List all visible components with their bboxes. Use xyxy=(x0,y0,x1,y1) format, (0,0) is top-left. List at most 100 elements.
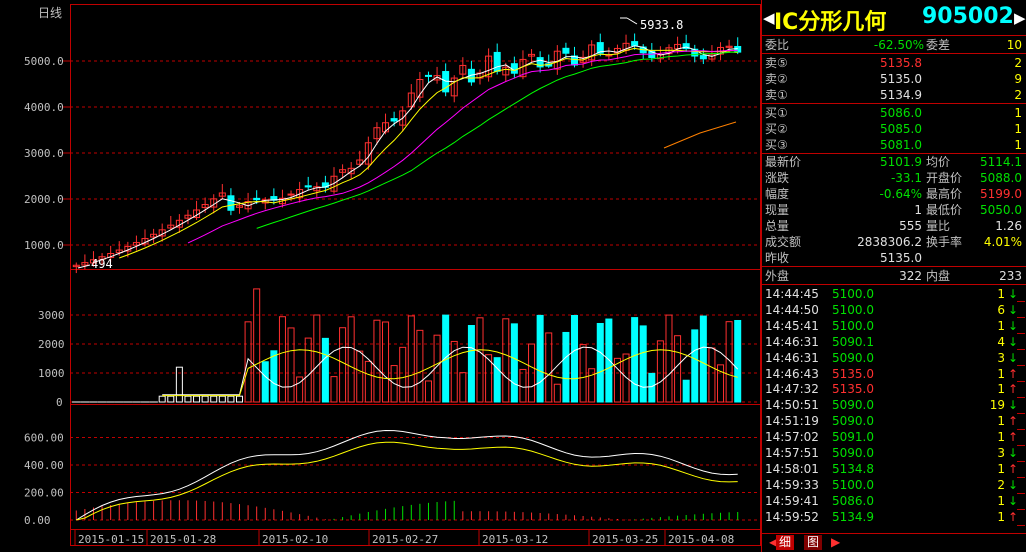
candle-body xyxy=(390,118,398,122)
price-axis-label: 1000.0 xyxy=(24,239,64,252)
tick-price: 5086.0 xyxy=(832,493,874,508)
volume-bar xyxy=(201,395,209,403)
volume-bar xyxy=(553,383,561,403)
quote-panel: ◀ IC分形几何 905002 ▶ 委比 -62.50% 委差 10 卖⑤ 513… xyxy=(761,0,1026,552)
volume-bar xyxy=(244,321,252,403)
candle-body xyxy=(734,45,742,53)
low-marker-label: 494 xyxy=(91,257,113,271)
date-axis-label: 2015-01-28 xyxy=(150,533,216,546)
volume-bar xyxy=(424,380,432,403)
scroll-segment xyxy=(1017,479,1025,494)
stat-label: 量比 xyxy=(926,219,951,233)
stat-label: 幅度 xyxy=(765,187,790,201)
stat-value: 5135.0 xyxy=(880,251,922,265)
tick-row: 14:50:51 5090.0 19 ↓ xyxy=(762,397,1026,413)
volume-bar xyxy=(545,332,553,403)
volume-bar xyxy=(493,357,501,403)
volume-bar xyxy=(330,376,338,403)
scroll-segment xyxy=(1017,415,1025,430)
date-axis-label: 2015-04-08 xyxy=(668,533,734,546)
tick-volume: 19 xyxy=(989,398,1005,413)
volume-bar xyxy=(287,327,295,403)
weibi-label: 委比 xyxy=(765,38,790,52)
volume-bar xyxy=(416,329,424,403)
volume-bar xyxy=(519,368,527,403)
divider xyxy=(762,103,1026,104)
tick-row: 14:46:43 5135.0 1 ↑ xyxy=(762,366,1026,382)
tab-detail[interactable]: 细 xyxy=(776,535,795,550)
stat-row: 涨跌 -33.1 开盘价 5088.0 xyxy=(762,170,1026,186)
divider xyxy=(762,284,1026,285)
tick-volume: 2 xyxy=(997,477,1005,492)
volume-bar xyxy=(631,317,639,403)
tick-time: 14:59:52 xyxy=(765,509,819,524)
instrument-code: 905002 xyxy=(922,4,1014,29)
tab-chart[interactable]: 图 xyxy=(804,535,823,550)
volume-bar xyxy=(605,318,613,403)
stat-value: -0.64% xyxy=(879,187,922,201)
volume-bar xyxy=(261,361,269,403)
indicator-axis-label: 0.00 xyxy=(24,514,51,527)
prev-arrow-icon[interactable]: ◀ xyxy=(763,9,775,27)
bid-label: 买② xyxy=(765,122,788,136)
ask-volume: 2 xyxy=(1014,56,1022,70)
tick-time: 14:51:19 xyxy=(765,414,819,429)
volume-bar xyxy=(313,314,321,403)
volume-axis-label: 2000 xyxy=(38,338,65,351)
date-axis-label: 2015-03-25 xyxy=(592,533,658,546)
weibi-value: -62.50% xyxy=(873,38,924,52)
tick-volume: 1 xyxy=(997,287,1005,301)
outer-inner-row: 外盘 322 内盘 233 xyxy=(762,268,1026,284)
tick-scrollbar[interactable] xyxy=(1017,287,1025,527)
volume-bar xyxy=(570,314,579,403)
tick-row: 14:59:33 5100.0 2 ↓ xyxy=(762,477,1026,493)
volume-bar xyxy=(502,318,510,403)
tick-time: 14:44:45 xyxy=(765,287,819,301)
tick-row: 14:46:31 5090.0 3 ↓ xyxy=(762,350,1026,366)
volume-bar xyxy=(364,360,372,403)
tick-price: 5090.0 xyxy=(832,350,874,365)
tick-time: 14:59:33 xyxy=(765,477,819,492)
indicator-axis-label: 600.00 xyxy=(24,432,64,445)
volume-bar xyxy=(536,314,544,403)
tick-volume: 3 xyxy=(997,446,1005,460)
kline-chart-area[interactable]: 日线 5000.0 4000.0 3000.0 2000.0 1000.0 3000 200… xyxy=(0,0,761,552)
stat-value: 4.01% xyxy=(983,235,1022,249)
tick-row: 14:46:31 5090.1 4 ↓ xyxy=(762,334,1026,350)
volume-bar xyxy=(639,325,647,403)
tick-price: 5100.0 xyxy=(832,318,874,333)
tab-next-icon[interactable]: ▶ xyxy=(828,535,843,550)
tick-volume: 3 xyxy=(997,350,1005,365)
tick-price: 5135.0 xyxy=(832,366,874,381)
volume-bar xyxy=(691,329,699,403)
stat-value: 5050.0 xyxy=(980,203,1022,217)
volume-bar xyxy=(665,314,673,403)
next-arrow-icon[interactable]: ▶ xyxy=(1014,9,1026,27)
tick-time: 14:47:32 xyxy=(765,382,819,397)
bid-price: 5086.0 xyxy=(880,106,922,120)
bid-label: 买③ xyxy=(765,138,788,152)
stat-value: 5101.9 xyxy=(880,155,922,169)
tick-time: 14:45:41 xyxy=(765,318,819,333)
tick-row: 14:47:32 5135.0 1 ↑ xyxy=(762,381,1026,397)
volume-bar xyxy=(347,316,355,403)
candle-body xyxy=(699,55,707,60)
tick-price: 5100.0 xyxy=(832,477,874,492)
tick-row: 14:44:50 5100.0 6 ↓ xyxy=(762,302,1026,318)
bid-row: 买③ 5081.0 1 xyxy=(762,137,1026,153)
bid-price: 5081.0 xyxy=(880,138,922,152)
tick-row: 14:58:01 5134.8 1 ↑ xyxy=(762,461,1026,477)
stat-label: 最新价 xyxy=(765,155,802,169)
tick-volume: 1 xyxy=(997,509,1005,524)
volume-bar xyxy=(270,350,278,403)
inner-label: 内盘 xyxy=(926,269,951,283)
volume-bar xyxy=(175,366,183,403)
scroll-segment xyxy=(1017,399,1025,414)
high-marker: 5933.8 xyxy=(620,17,683,32)
stat-label: 昨收 xyxy=(765,251,790,265)
volume-bar xyxy=(167,395,175,403)
volume-bar xyxy=(596,322,604,403)
candle-body xyxy=(631,41,639,46)
scroll-segment xyxy=(1017,447,1025,462)
bid-price: 5085.0 xyxy=(880,122,922,136)
